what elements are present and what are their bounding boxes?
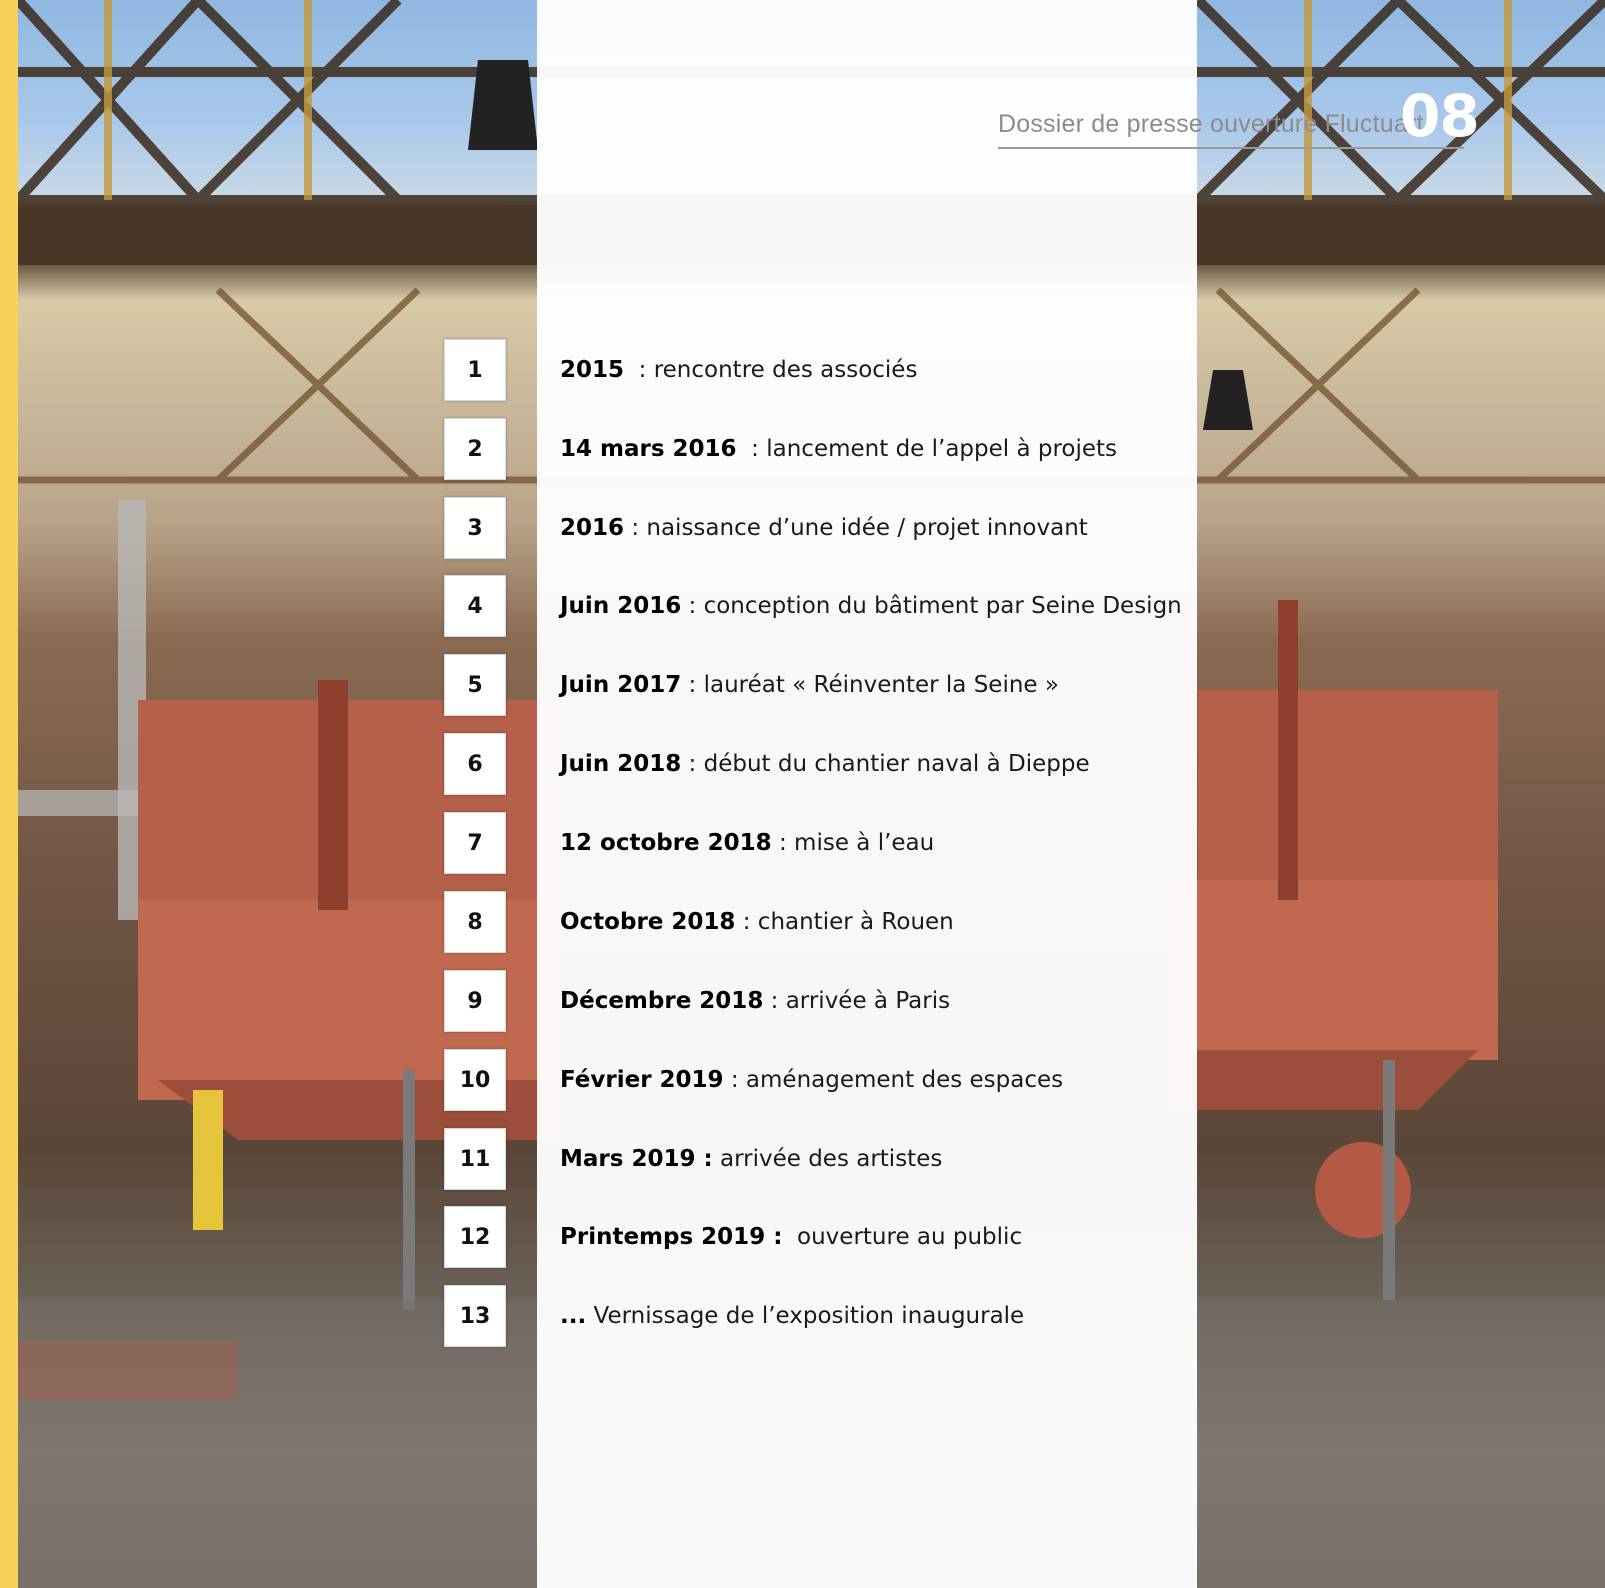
step-date: Juin 2017 xyxy=(560,672,682,698)
step-text: 14 mars 2016 : lancement de l’appel à pr… xyxy=(560,418,1117,480)
step-number-box: 7 xyxy=(444,812,506,874)
step-number-box: 13 xyxy=(444,1285,506,1347)
timeline-item: 4 Juin 2016 : conception du bâtiment par… xyxy=(0,575,1605,637)
step-text: 2016 : naissance d’une idée / projet inn… xyxy=(560,497,1088,559)
step-text: Juin 2018 : début du chantier naval à Di… xyxy=(560,733,1090,795)
step-number-box: 8 xyxy=(444,891,506,953)
step-number-box: 11 xyxy=(444,1128,506,1190)
step-description: : mise à l’eau xyxy=(771,830,935,856)
step-description: Vernissage de l’exposition inaugurale xyxy=(586,1303,1025,1329)
step-text: Juin 2017 : lauréat « Réinventer la Sein… xyxy=(560,654,1059,716)
step-description: : rencontre des associés xyxy=(624,357,918,383)
step-number-box: 12 xyxy=(444,1206,506,1268)
timeline-item: 8 Octobre 2018 : chantier à Rouen xyxy=(0,891,1605,953)
timeline-item: 12 Printemps 2019 : ouverture au public xyxy=(0,1206,1605,1268)
step-date: Octobre 2018 xyxy=(560,909,736,935)
step-text: Décembre 2018 : arrivée à Paris xyxy=(560,970,950,1032)
step-date: Mars 2019 : xyxy=(560,1146,713,1172)
step-text: Février 2019 : aménagement des espaces xyxy=(560,1049,1063,1111)
step-date: Juin 2016 xyxy=(560,593,682,619)
step-description: : arrivée à Paris xyxy=(763,988,951,1014)
step-date: ... xyxy=(560,1303,587,1329)
step-text: 12 octobre 2018 : mise à l’eau xyxy=(560,812,934,874)
step-text: 2015 : rencontre des associés xyxy=(560,339,917,401)
step-date: 2015 xyxy=(560,357,625,383)
step-description: ouverture au public xyxy=(782,1224,1023,1250)
step-number-box: 5 xyxy=(444,654,506,716)
step-date: Juin 2018 xyxy=(560,751,682,777)
step-date: 14 mars 2016 xyxy=(560,436,737,462)
step-description: : conception du bâtiment par Seine Desig… xyxy=(681,593,1182,619)
step-description: : naissance d’une idée / projet innovant xyxy=(624,515,1088,541)
step-number-box: 3 xyxy=(444,497,506,559)
timeline-item: 1 2015 : rencontre des associés xyxy=(0,339,1605,401)
timeline-item: 9 Décembre 2018 : arrivée à Paris xyxy=(0,970,1605,1032)
timeline-item: 13 ... Vernissage de l’exposition inaugu… xyxy=(0,1285,1605,1347)
step-number-box: 6 xyxy=(444,733,506,795)
step-description: : début du chantier naval à Dieppe xyxy=(681,751,1090,777)
step-number-box: 4 xyxy=(444,575,506,637)
timeline-item: 6 Juin 2018 : début du chantier naval à … xyxy=(0,733,1605,795)
step-description: arrivée des artistes xyxy=(712,1146,943,1172)
timeline-item: 3 2016 : naissance d’une idée / projet i… xyxy=(0,497,1605,559)
step-description: : lauréat « Réinventer la Seine » xyxy=(681,672,1059,698)
timeline-item: 7 12 octobre 2018 : mise à l’eau xyxy=(0,812,1605,874)
timeline-item: 10 Février 2019 : aménagement des espace… xyxy=(0,1049,1605,1111)
step-number-box: 1 xyxy=(444,339,506,401)
step-date: Décembre 2018 xyxy=(560,988,764,1014)
timeline-item: 2 14 mars 2016 : lancement de l’appel à … xyxy=(0,418,1605,480)
step-number-box: 9 xyxy=(444,970,506,1032)
step-description: : aménagement des espaces xyxy=(723,1067,1064,1093)
timeline-item: 5 Juin 2017 : lauréat « Réinventer la Se… xyxy=(0,654,1605,716)
step-text: ... Vernissage de l’exposition inaugural… xyxy=(560,1285,1024,1347)
step-date: 2016 xyxy=(560,515,625,541)
step-text: Printemps 2019 : ouverture au public xyxy=(560,1206,1022,1268)
step-text: Juin 2016 : conception du bâtiment par S… xyxy=(560,575,1182,637)
step-number-box: 2 xyxy=(444,418,506,480)
timeline: 1 2015 : rencontre des associés 2 14 mar… xyxy=(0,0,1605,1588)
step-text: Mars 2019 : arrivée des artistes xyxy=(560,1128,942,1190)
step-description: : chantier à Rouen xyxy=(735,909,954,935)
step-text: Octobre 2018 : chantier à Rouen xyxy=(560,891,954,953)
step-date: Printemps 2019 : xyxy=(560,1224,783,1250)
step-date: Février 2019 xyxy=(560,1067,724,1093)
timeline-item: 11 Mars 2019 : arrivée des artistes xyxy=(0,1128,1605,1190)
step-date: 12 octobre 2018 xyxy=(560,830,772,856)
step-description: : lancement de l’appel à projets xyxy=(736,436,1118,462)
step-number-box: 10 xyxy=(444,1049,506,1111)
